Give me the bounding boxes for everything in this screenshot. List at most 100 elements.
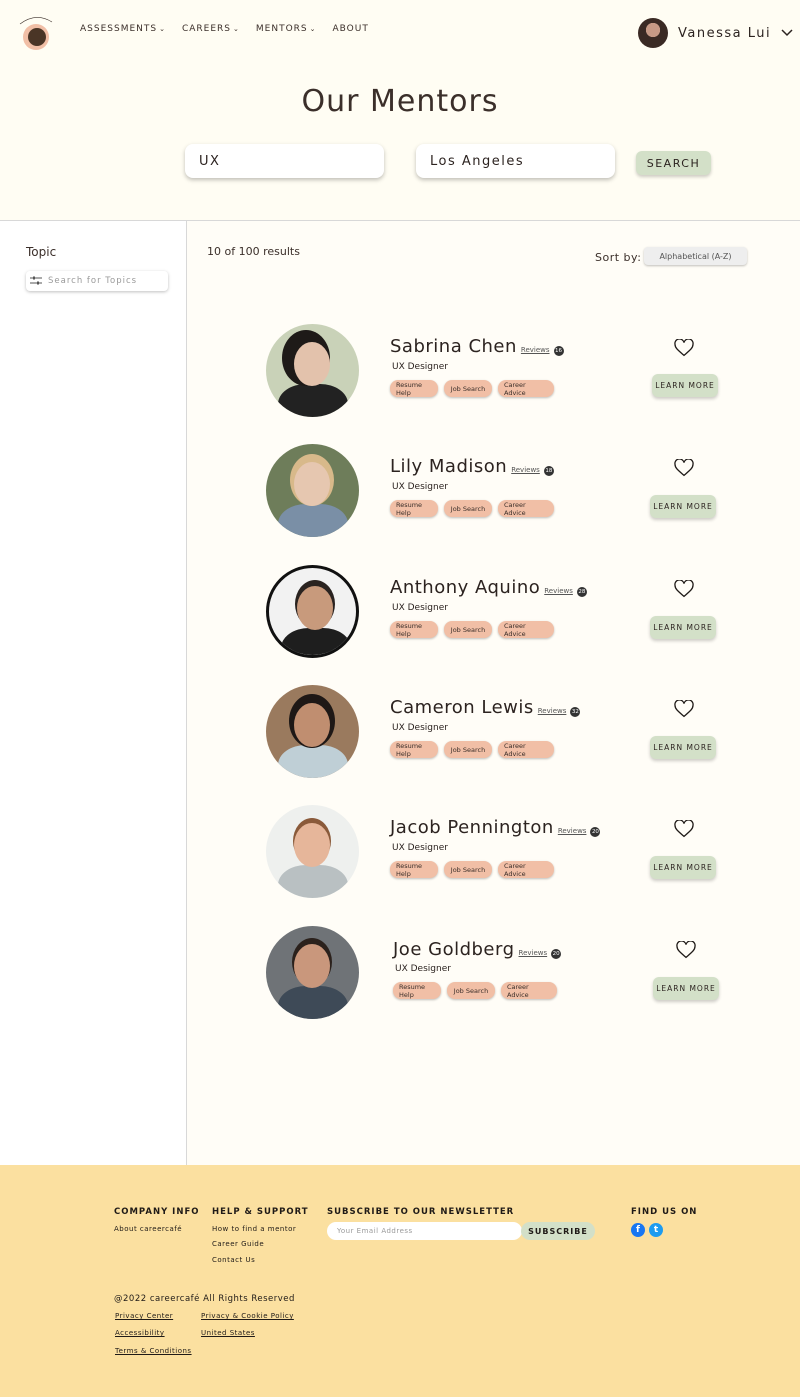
- mentor-role: UX Designer: [392, 482, 448, 492]
- nav-assessments[interactable]: ASSESSMENTS ⌄: [80, 24, 166, 34]
- mentor-photo[interactable]: [266, 805, 359, 898]
- terms-link[interactable]: Terms & Conditions: [115, 1347, 192, 1355]
- learn-more-button[interactable]: LEARN MORE: [650, 616, 716, 639]
- learn-more-button[interactable]: LEARN MORE: [650, 856, 716, 879]
- topic-search-input[interactable]: Search for Topics: [26, 271, 168, 291]
- tag-job-search[interactable]: Job Search: [444, 861, 492, 878]
- reviews-link[interactable]: Reviews: [538, 707, 567, 715]
- mentor-name[interactable]: Sabrina Chen: [390, 336, 517, 357]
- chevron-down-icon: ⌄: [159, 25, 166, 33]
- reviews-link[interactable]: Reviews: [519, 949, 548, 957]
- subscribe-button[interactable]: SUBSCRIBE: [521, 1222, 595, 1240]
- tag-career-advice[interactable]: Career Advice: [498, 621, 554, 638]
- tag-resume-help[interactable]: Resume Help: [390, 741, 438, 758]
- search-button[interactable]: SEARCH: [636, 151, 711, 175]
- mentor-photo[interactable]: [266, 685, 359, 778]
- learn-more-button[interactable]: LEARN MORE: [652, 374, 718, 397]
- user-name: Vanessa Lui: [678, 25, 772, 41]
- how-to-find-mentor-link[interactable]: How to find a mentor: [212, 1225, 296, 1233]
- help-support-heading: HELP & SUPPORT: [212, 1207, 309, 1217]
- privacy-center-link[interactable]: Privacy Center: [115, 1312, 173, 1320]
- mentor-name[interactable]: Jacob Pennington: [390, 817, 554, 838]
- review-count-badge: 20: [551, 949, 562, 959]
- topic-search-placeholder: Search for Topics: [48, 276, 138, 286]
- mentor-photo[interactable]: [266, 444, 359, 537]
- heart-icon[interactable]: [674, 459, 694, 477]
- mentor-tags: Resume Help Job Search Career Advice: [393, 982, 557, 999]
- region-link[interactable]: United States: [201, 1329, 255, 1337]
- review-count-badge: 18: [543, 466, 554, 476]
- about-link[interactable]: About careercafé: [114, 1225, 182, 1233]
- mentor-card: Joe Goldberg Reviews 20 UX Designer Resu…: [266, 926, 726, 1020]
- tag-job-search[interactable]: Job Search: [444, 741, 492, 758]
- mentor-role: UX Designer: [392, 603, 448, 613]
- results-count: 10 of 100 results: [207, 245, 300, 258]
- mentor-tags: Resume Help Job Search Career Advice: [390, 380, 554, 397]
- heart-icon[interactable]: [674, 820, 694, 838]
- review-count-badge: 32: [570, 707, 581, 717]
- user-menu[interactable]: Vanessa Lui: [638, 18, 793, 48]
- reviews-link[interactable]: Reviews: [511, 466, 540, 474]
- nav-mentors[interactable]: MENTORS ⌄: [256, 24, 317, 34]
- accessibility-link[interactable]: Accessibility: [115, 1329, 165, 1337]
- nav-mentors-label: MENTORS: [255, 24, 308, 34]
- main-nav: ASSESSMENTS ⌄ CAREERS ⌄ MENTORS ⌄ ABOUT: [80, 24, 369, 34]
- tag-career-advice[interactable]: Career Advice: [498, 500, 554, 517]
- tag-career-advice[interactable]: Career Advice: [498, 741, 554, 758]
- nav-about-label: ABOUT: [332, 24, 369, 34]
- tag-job-search[interactable]: Job Search: [444, 621, 492, 638]
- nav-assessments-label: ASSESSMENTS: [80, 24, 158, 34]
- mentor-name[interactable]: Anthony Aquino: [390, 577, 540, 598]
- career-cafe-logo[interactable]: [14, 12, 58, 52]
- tag-job-search[interactable]: Job Search: [444, 500, 492, 517]
- mentor-role: UX Designer: [392, 723, 448, 733]
- reviews-link[interactable]: Reviews: [521, 346, 550, 354]
- tag-job-search[interactable]: Job Search: [444, 380, 492, 397]
- mentor-name[interactable]: Joe Goldberg: [393, 939, 515, 960]
- newsletter-email-input[interactable]: Your Email Address: [327, 1222, 522, 1240]
- contact-us-link[interactable]: Contact Us: [212, 1256, 255, 1264]
- mentor-photo[interactable]: [266, 324, 359, 417]
- reviews-link[interactable]: Reviews: [544, 587, 573, 595]
- career-guide-link[interactable]: Career Guide: [212, 1240, 264, 1248]
- nav-careers[interactable]: CAREERS ⌄: [182, 24, 240, 34]
- heart-icon[interactable]: [674, 700, 694, 718]
- learn-more-button[interactable]: LEARN MORE: [650, 736, 716, 759]
- learn-more-button[interactable]: LEARN MORE: [653, 977, 719, 1000]
- reviews-link[interactable]: Reviews: [558, 827, 587, 835]
- mentor-name-row: Jacob Pennington Reviews 20: [390, 817, 601, 838]
- avatar: [638, 18, 668, 48]
- mentor-photo[interactable]: [266, 565, 359, 658]
- heart-icon[interactable]: [674, 339, 694, 357]
- mentor-name-row: Cameron Lewis Reviews 32: [390, 697, 581, 718]
- mentor-name-row: Sabrina Chen Reviews 16: [390, 336, 564, 357]
- mentor-name-row: Anthony Aquino Reviews 28: [390, 577, 587, 598]
- chevron-down-icon: ⌄: [233, 25, 240, 33]
- mentor-name[interactable]: Lily Madison: [390, 456, 507, 477]
- privacy-cookie-policy-link[interactable]: Privacy & Cookie Policy: [201, 1312, 294, 1320]
- chevron-down-icon[interactable]: [781, 29, 793, 37]
- twitter-icon[interactable]: t: [649, 1223, 663, 1237]
- tag-career-advice[interactable]: Career Advice: [498, 861, 554, 878]
- mentor-name[interactable]: Cameron Lewis: [390, 697, 534, 718]
- review-count-badge: 20: [590, 827, 601, 837]
- tag-job-search[interactable]: Job Search: [447, 982, 495, 999]
- tag-resume-help[interactable]: Resume Help: [390, 380, 438, 397]
- nav-about[interactable]: ABOUT: [333, 24, 369, 34]
- tag-career-advice[interactable]: Career Advice: [501, 982, 557, 999]
- facebook-icon[interactable]: f: [631, 1223, 645, 1237]
- chevron-down-icon: ⌄: [309, 25, 317, 33]
- sort-select[interactable]: Alphabetical (A-Z): [644, 247, 747, 265]
- heart-icon[interactable]: [674, 580, 694, 598]
- tag-resume-help[interactable]: Resume Help: [393, 982, 441, 999]
- company-info-heading: COMPANY INFO: [114, 1207, 200, 1217]
- location-search-input[interactable]: Los Angeles: [416, 144, 615, 178]
- heart-icon[interactable]: [676, 941, 696, 959]
- tag-resume-help[interactable]: Resume Help: [390, 621, 438, 638]
- tag-career-advice[interactable]: Career Advice: [498, 380, 554, 397]
- learn-more-button[interactable]: LEARN MORE: [650, 495, 716, 518]
- tag-resume-help[interactable]: Resume Help: [390, 861, 438, 878]
- tag-resume-help[interactable]: Resume Help: [390, 500, 438, 517]
- mentor-photo[interactable]: [266, 926, 359, 1019]
- keyword-search-input[interactable]: UX: [185, 144, 384, 178]
